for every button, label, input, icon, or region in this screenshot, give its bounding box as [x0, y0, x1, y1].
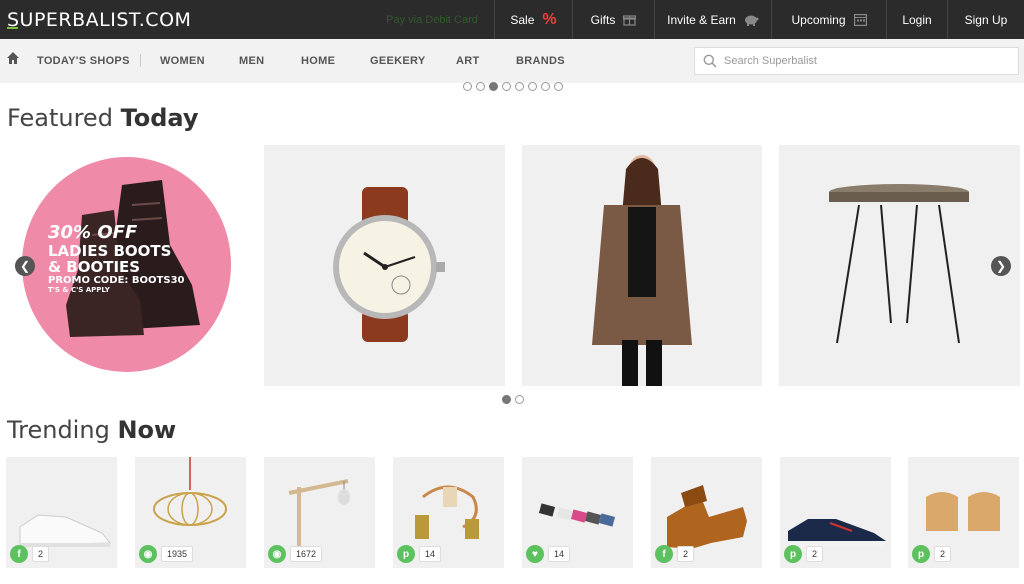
promo-text: 30% OFF LADIES BOOTS & BOOTIES PROMO COD… — [48, 222, 184, 294]
featured-product-watch[interactable] — [264, 145, 505, 386]
share-count: 2 — [677, 546, 695, 562]
carousel-dot[interactable] — [528, 82, 537, 91]
pinterest-icon[interactable]: p — [912, 545, 930, 563]
nav-invite-earn[interactable]: Invite & Earn — [654, 0, 771, 39]
featured-product-side-table[interactable] — [779, 145, 1020, 386]
view-icon[interactable]: ◉ — [268, 545, 286, 563]
carousel-dot[interactable] — [541, 82, 550, 91]
watch-image — [333, 187, 445, 342]
pin-count: 2 — [806, 546, 824, 562]
promo-discount: 30% OFF — [48, 222, 138, 243]
trending-heading-light: Trending — [7, 416, 110, 444]
trending-heading: Trending Now — [7, 416, 176, 444]
promo-line1: LADIES BOOTS — [48, 242, 172, 260]
search-icon — [703, 54, 717, 68]
carousel-dot[interactable] — [463, 82, 472, 91]
pinterest-icon[interactable]: p — [784, 545, 802, 563]
featured-pager-dot-active[interactable] — [502, 395, 511, 404]
nav-sale-label: Sale — [510, 12, 535, 27]
heart-icon[interactable]: ♥ — [526, 545, 544, 563]
jacket-model-image — [592, 155, 692, 386]
featured-heading-bold: Today — [120, 104, 199, 132]
pin-count: 14 — [419, 546, 442, 562]
home-icon[interactable] — [6, 51, 20, 65]
login-link[interactable]: Login — [886, 0, 947, 39]
carousel-dot[interactable] — [554, 82, 563, 91]
search-input[interactable] — [724, 55, 1004, 67]
view-count: 1672 — [290, 546, 323, 562]
logo-accent — [7, 27, 18, 29]
carousel-dot[interactable] — [502, 82, 511, 91]
featured-product-jacket[interactable] — [522, 145, 762, 386]
chevron-right-icon: ❯ — [995, 259, 1007, 273]
view-icon[interactable]: ◉ — [139, 545, 157, 563]
nav-upcoming-label: Upcoming — [791, 12, 846, 27]
nav-gifts[interactable]: Gifts — [572, 0, 654, 39]
chevron-left-icon: ❮ — [19, 259, 31, 273]
nav-upcoming[interactable]: Upcoming — [771, 0, 886, 39]
login-label: Login — [902, 12, 932, 27]
calendar-icon — [853, 14, 867, 26]
category-nav: TODAY'S SHOPS WOMEN MEN HOME GEEKERY ART… — [0, 39, 1024, 83]
featured-pager-dots — [502, 395, 524, 404]
nav-gifts-label: Gifts — [590, 12, 616, 27]
trending-item-sneaker[interactable]: f 2 — [6, 457, 117, 568]
nav-todays-shops[interactable]: TODAY'S SHOPS — [37, 55, 130, 67]
site-logo[interactable]: SUPERBALIST.COM — [0, 0, 370, 39]
promo-terms: T'S & C'S APPLY — [48, 286, 110, 294]
side-table-image — [829, 184, 969, 344]
search-box — [694, 47, 1019, 75]
facebook-icon[interactable]: f — [655, 545, 673, 563]
signup-label: Sign Up — [964, 12, 1008, 27]
percent-icon: % — [542, 10, 557, 28]
view-count: 1935 — [161, 546, 194, 562]
featured-heading-light: Featured — [7, 104, 113, 132]
signup-link[interactable]: Sign Up — [947, 0, 1024, 39]
carousel-dot[interactable] — [515, 82, 524, 91]
trending-item-wedge-sandal[interactable]: f 2 — [651, 457, 762, 568]
trending-item-clips[interactable]: ♥ 14 — [522, 457, 633, 568]
trending-item-navy-sneaker[interactable]: p 2 — [780, 457, 891, 568]
nav-geekery[interactable]: GEEKERY — [370, 55, 425, 67]
share-count: 2 — [32, 546, 50, 562]
nav-brands[interactable]: BRANDS — [516, 55, 565, 67]
trending-item-pendant-lamp[interactable]: ◉ 1935 — [135, 457, 246, 568]
piggy-bank-icon — [744, 15, 759, 26]
gift-icon — [623, 15, 637, 26]
trending-item-cord-pendant[interactable]: p 14 — [393, 457, 504, 568]
nav-women[interactable]: WOMEN — [160, 55, 205, 67]
trending-item-wood-blocks[interactable]: p 2 — [908, 457, 1019, 568]
nav-sale[interactable]: Sale % — [494, 0, 572, 39]
trending-item-desk-lamp[interactable]: ◉ 1672 — [264, 457, 375, 568]
pinterest-icon[interactable]: p — [397, 545, 415, 563]
promo-banner[interactable]: Pay via Debit Card — [370, 0, 494, 39]
nav-men[interactable]: MEN — [239, 55, 264, 67]
featured-next-button[interactable]: ❯ — [991, 256, 1011, 276]
nav-invite-label: Invite & Earn — [667, 12, 736, 27]
nav-home[interactable]: HOME — [301, 55, 335, 67]
featured-pager-dot[interactable] — [515, 395, 524, 404]
nav-art[interactable]: ART — [456, 55, 480, 67]
pin-count: 2 — [934, 546, 952, 562]
carousel-dot-active[interactable] — [489, 82, 498, 91]
promo-line2: & BOOTIES — [48, 258, 141, 276]
facebook-icon[interactable]: f — [10, 545, 28, 563]
like-count: 14 — [548, 546, 571, 562]
carousel-dot[interactable] — [476, 82, 485, 91]
nav-divider — [140, 54, 141, 67]
trending-heading-bold: Now — [117, 416, 177, 444]
promo-code: PROMO CODE: BOOTS30 — [48, 275, 185, 286]
top-bar: SUPERBALIST.COM Pay via Debit Card Sale … — [0, 0, 1024, 39]
logo-text: SUPERBALIST.COM — [7, 8, 192, 31]
hero-carousel-dots — [463, 82, 563, 91]
featured-prev-button[interactable]: ❮ — [15, 256, 35, 276]
featured-heading: Featured Today — [7, 104, 199, 132]
